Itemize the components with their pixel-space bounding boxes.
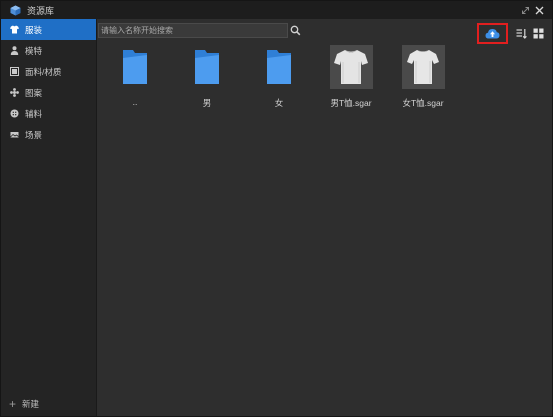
sidebar-item-label: 场景: [25, 129, 43, 140]
resource-library-window: 资源库 服装 模特 面料/材质 图案 辅料 场景 + 新建 请输入名称开始搜索 …: [0, 0, 553, 417]
expand-icon: [521, 6, 529, 14]
main-panel: .. 男 女: [96, 19, 552, 416]
window-controls: [518, 3, 546, 17]
sidebar-item-model[interactable]: 模特: [1, 40, 96, 61]
button-icon: [10, 109, 19, 118]
sidebar: 服装 模特 面料/材质 图案 辅料 场景 + 新建: [1, 19, 96, 416]
file-name: 女: [274, 98, 284, 108]
scene-icon: [10, 130, 19, 139]
search-input[interactable]: [99, 24, 281, 37]
sidebar-item-accessory[interactable]: 辅料: [1, 103, 96, 124]
grid-view-button[interactable]: [531, 27, 545, 41]
sidebar-item-scene[interactable]: 场景: [1, 124, 96, 145]
file-tile-female-tshirt[interactable]: 女T恤.sgar: [391, 45, 455, 109]
close-button[interactable]: [532, 3, 546, 17]
folder-icon: [257, 45, 301, 89]
shirt-icon: [10, 25, 19, 34]
tile-thumbnail: [329, 45, 373, 89]
file-grid: .. 男 女 男T恤.sgar 女T恤.sgar: [97, 45, 553, 125]
pattern-icon: [10, 88, 19, 97]
cloud-upload-button[interactable]: [477, 23, 508, 44]
sidebar-item-label: 面料/材质: [25, 66, 62, 77]
sort-button[interactable]: [514, 27, 528, 41]
fabric-icon: [10, 67, 19, 76]
title-bar: 资源库: [1, 1, 552, 19]
sort-icon: [516, 29, 527, 39]
person-icon: [10, 46, 19, 55]
tshirt-icon: [329, 45, 373, 89]
cloud-upload-icon: [485, 29, 500, 39]
sidebar-item-label: 模特: [25, 45, 43, 56]
folder-icon: [185, 45, 229, 89]
window-title: 资源库: [27, 5, 55, 16]
close-icon: [535, 6, 543, 14]
sidebar-item-garment[interactable]: 服装: [1, 19, 96, 40]
tile-thumbnail: [401, 45, 445, 89]
file-name: ..: [132, 97, 138, 107]
file-name: 女T恤.sgar: [402, 98, 444, 108]
restore-button[interactable]: [518, 3, 532, 17]
sidebar-item-label: 辅料: [25, 108, 43, 119]
cube-icon: [10, 5, 21, 16]
plus-icon: +: [9, 397, 17, 411]
sidebar-item-pattern[interactable]: 图案: [1, 82, 96, 103]
folder-icon: [113, 45, 157, 89]
grid-view-icon: [533, 28, 543, 39]
tshirt-icon: [401, 45, 445, 89]
file-name: 男: [202, 98, 212, 108]
file-tile-male-tshirt[interactable]: 男T恤.sgar: [319, 45, 383, 109]
file-tile-parent-folder[interactable]: ..: [103, 45, 167, 107]
view-toolbar: [477, 23, 545, 44]
search-icon[interactable]: [290, 25, 301, 36]
sidebar-item-label: 图案: [25, 87, 43, 98]
new-button-label: 新建: [22, 399, 40, 409]
sidebar-item-fabric[interactable]: 面料/材质: [1, 61, 96, 82]
file-tile-folder-male[interactable]: 男: [175, 45, 239, 109]
sidebar-item-label: 服装: [25, 24, 43, 35]
file-name: 男T恤.sgar: [330, 98, 372, 108]
search-box: [98, 23, 288, 38]
file-tile-folder-female[interactable]: 女: [247, 45, 311, 109]
new-button[interactable]: + 新建: [9, 398, 39, 410]
